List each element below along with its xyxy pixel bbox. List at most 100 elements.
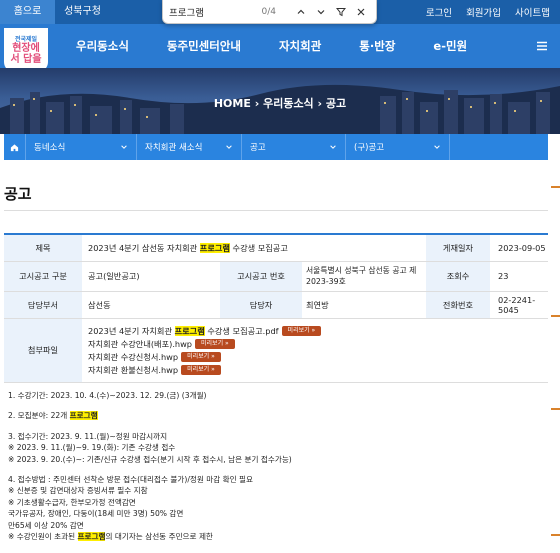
attachment-link[interactable]: 자치회관 수강신청서.hwp <box>88 351 178 363</box>
notice-number-label: 고시공고 번호 <box>220 261 302 292</box>
table-row: 첨부파일 2023년 4분기 자치회관 프로그램 수강생 모집공고.pdf 미리보… <box>4 318 548 383</box>
login-link[interactable]: 로그인 <box>426 5 452 19</box>
preview-button-label: 미리보기 <box>287 326 310 334</box>
search-highlight: 프로그램 <box>77 532 106 542</box>
date-value: 2023-09-05 <box>490 234 548 262</box>
chevron-down-icon <box>121 145 127 149</box>
nav-item-center[interactable]: 동주민센터안내 <box>167 38 241 54</box>
find-match-marker <box>551 408 560 410</box>
chevron-up-icon[interactable] <box>292 3 310 21</box>
breadcrumb-notice: 공고 <box>325 97 347 110</box>
table-row: 제목 2023년 4분기 삼선동 자치회관 프로그램 수강생 모집공고 게재일자… <box>4 234 548 262</box>
filter-icon[interactable] <box>332 3 350 21</box>
views-label: 조회수 <box>426 261 490 292</box>
find-match-marker <box>551 315 560 317</box>
menu-icon[interactable] <box>536 37 548 51</box>
sitemap-link[interactable]: 사이트맵 <box>515 5 550 19</box>
find-match-marker <box>551 534 560 536</box>
breadcrumb-separator: › <box>317 97 326 110</box>
person-value: 최연방 <box>302 291 426 319</box>
nav-item-news[interactable]: 우리동소식 <box>76 38 129 54</box>
chevron-down-icon <box>226 145 232 149</box>
breadcrumb-home[interactable]: HOME <box>214 97 251 110</box>
preview-button-label: 미리보기 <box>187 352 210 360</box>
body-text: 의 대기자는 삼선동 주민으로 제한 <box>105 532 213 542</box>
dept-value: 삼선동 <box>82 291 220 319</box>
attachments-label: 첨부파일 <box>4 318 82 383</box>
nav-item-leaders[interactable]: 통·반장 <box>359 38 395 54</box>
preview-button[interactable]: 미리보기 » <box>181 364 221 375</box>
attachment-link[interactable]: 자치회관 수강안내(배포).hwp <box>88 338 192 350</box>
subnav-label: (구)공고 <box>354 143 385 153</box>
attachment-item: 자치회관 수강안내(배포).hwp 미리보기 » <box>88 337 542 350</box>
subnav-section-old-notice[interactable]: (구)공고 <box>346 134 450 160</box>
subnav-section-hall-news[interactable]: 자치회관 새소식 <box>137 134 242 160</box>
search-highlight: 프로그램 <box>199 242 230 253</box>
breadcrumb-separator: › <box>254 97 264 110</box>
preview-button-label: 미리보기 <box>187 365 210 373</box>
title-label: 제목 <box>4 234 82 262</box>
attachment-item: 자치회관 환불신청서.hwp 미리보기 » <box>88 363 542 376</box>
subnav-section-notice[interactable]: 공고 <box>242 134 346 160</box>
home-tab[interactable]: 홈으로 <box>0 0 55 24</box>
views-value: 23 <box>490 261 548 292</box>
body-line: 1. 수강기간: 2023. 10. 4.(수)~2023. 12. 29.(금… <box>8 391 207 400</box>
body-line: ※ 2023. 9. 11.(월)~9. 19.(화): 기존 수강생 접수 <box>8 443 176 453</box>
hero-banner: HOME › 우리동소식 › 공고 <box>0 68 560 134</box>
preview-button-label: 미리보기 <box>201 339 224 347</box>
title-text: 수강생 모집공고 <box>229 242 288 253</box>
body-line: ※ 수강인원이 초과된 프로그램의 대기자는 삼선동 주민으로 제한 <box>8 531 548 542</box>
attachment-link[interactable]: 자치회관 환불신청서.hwp <box>88 364 178 376</box>
subnav-section-local-news[interactable]: 동네소식 <box>26 134 137 160</box>
attachment-item: 2023년 4분기 자치회관 프로그램 수강생 모집공고.pdf 미리보기 » <box>88 324 542 337</box>
dept-label: 담당부서 <box>4 291 82 319</box>
attachments-list: 2023년 4분기 자치회관 프로그램 수강생 모집공고.pdf 미리보기 » 자… <box>82 318 548 383</box>
signup-link[interactable]: 회원가입 <box>466 5 501 19</box>
subnav-home[interactable] <box>4 134 26 160</box>
body-text: ※ 수강인원이 초과된 <box>8 532 78 542</box>
home-icon <box>10 143 19 151</box>
main-nav: 우리동소식 동주민센터안내 자치회관 통·반장 e-민원 <box>76 38 505 54</box>
main-header: 전국제일 현장에서 답을 우리동소식 동주민센터안내 자치회관 통·반장 e-민… <box>0 24 560 72</box>
logo-top-text: 전국제일 <box>14 35 38 43</box>
nav-item-e-service[interactable]: e-민원 <box>433 38 467 54</box>
body-line: 4. 접수방법 : 주민센터 선착순 방문 접수(대리접수 불가)/정원 마감 … <box>8 475 254 485</box>
scrollbar-find-markers[interactable] <box>549 160 560 553</box>
seongbuk-tab[interactable]: 성북구청 <box>55 0 110 24</box>
preview-button[interactable]: 미리보기 » <box>181 351 221 362</box>
file-name: 2023년 4분기 자치회관 <box>88 325 175 336</box>
attachment-item: 자치회관 수강신청서.hwp 미리보기 » <box>88 350 542 363</box>
search-highlight: 프로그램 <box>174 325 205 336</box>
body-line: 2. 모집분야: 22개 프로그램 <box>8 410 548 421</box>
nav-item-hall[interactable]: 자치회관 <box>279 38 321 54</box>
breadcrumb-news[interactable]: 우리동소식 <box>263 97 314 110</box>
body-line: 3. 접수기간: 2023. 9. 11.(월)~정원 마감시까지 <box>8 431 168 441</box>
title-value: 2023년 4분기 삼선동 자치회관 프로그램 수강생 모집공고 <box>82 234 426 262</box>
preview-button[interactable]: 미리보기 » <box>281 325 322 336</box>
notice-type-label: 고시공고 구분 <box>4 261 82 292</box>
person-label: 담당자 <box>220 291 302 319</box>
phone-label: 전화번호 <box>426 291 490 319</box>
title-divider <box>4 210 548 211</box>
page-root: 홈으로 성북구청 로그인 회원가입 사이트맵 프로그램 0/4 전국제일 현장에… <box>0 0 560 553</box>
logo-main-text: 현장에서 답을 <box>10 42 42 65</box>
chevron-down-icon[interactable] <box>312 3 330 21</box>
attachment-link[interactable]: 2023년 4분기 자치회관 프로그램 수강생 모집공고.pdf <box>88 325 279 337</box>
notice-type-value: 공고(일반공고) <box>82 261 220 292</box>
subnav-label: 공고 <box>250 143 266 153</box>
find-count: 0/4 <box>261 6 276 17</box>
find-input[interactable]: 프로그램 <box>169 5 262 19</box>
body-line: 만65세 이상 20% 감면 <box>8 520 84 530</box>
file-name: 수강생 모집공고.pdf <box>204 325 279 336</box>
subnav-label: 자치회관 새소식 <box>145 143 203 153</box>
search-highlight: 프로그램 <box>69 411 98 421</box>
notice-number-value: 서울특별시 성북구 삼선동 공고 제2023-39호 <box>302 261 426 292</box>
sub-navigation: 동네소식 자치회관 새소식 공고 (구)공고 <box>4 134 548 160</box>
date-label: 게재일자 <box>426 234 490 262</box>
table-row: 고시공고 구분 공고(일반공고) 고시공고 번호 서울특별시 성북구 삼선동 공… <box>4 261 548 292</box>
preview-button[interactable]: 미리보기 » <box>195 338 235 349</box>
site-logo[interactable]: 전국제일 현장에서 답을 <box>4 28 48 72</box>
title-text: 2023년 4분기 삼선동 자치회관 <box>88 242 200 253</box>
close-icon[interactable] <box>352 3 370 21</box>
chevron-down-icon <box>434 145 440 149</box>
